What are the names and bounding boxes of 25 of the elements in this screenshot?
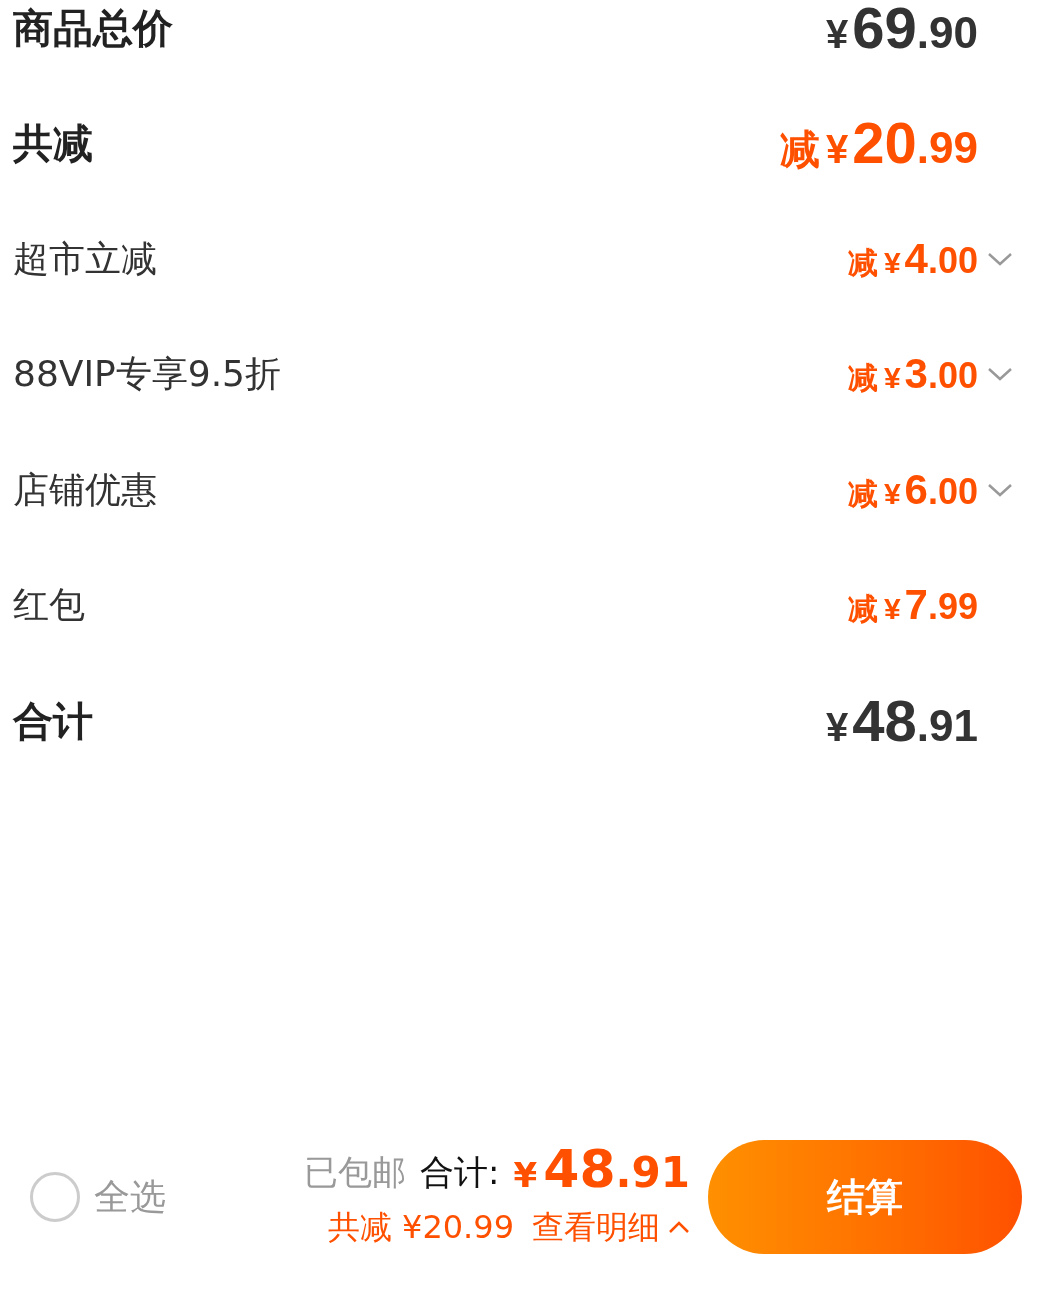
row-label: 合计: [13, 696, 93, 746]
price-amount: ¥69.90: [826, 0, 978, 57]
savings-text: 共减 ¥20.99: [327, 1207, 514, 1248]
row-label: 商品总价: [13, 3, 173, 53]
chevron-down-icon[interactable]: [987, 251, 1013, 266]
price-amount: 减¥20.99: [780, 114, 978, 173]
row-label: 店铺优惠: [13, 467, 157, 512]
details-link[interactable]: 查看明细: [532, 1203, 690, 1251]
row-label: 共减: [13, 119, 93, 169]
row-label: 88VIP专享9.5折: [13, 352, 281, 397]
row-label: 超市立减: [13, 236, 157, 281]
chevron-up-icon: [668, 1220, 690, 1234]
chevron-down-icon[interactable]: [987, 367, 1013, 382]
row-label: 红包: [13, 583, 85, 628]
total-price: ¥48.91: [513, 1143, 690, 1195]
price-amount: 减 ¥4.00: [847, 237, 978, 280]
price-amount: 减 ¥3.00: [847, 353, 978, 396]
price-amount: ¥48.91: [826, 691, 978, 750]
select-all-checkbox[interactable]: 全选: [30, 1170, 166, 1224]
chevron-down-icon[interactable]: [987, 482, 1013, 497]
checkout-button[interactable]: 结算: [708, 1140, 1022, 1254]
total-label: 合计:: [420, 1155, 500, 1189]
price-amount: 减 ¥7.99: [847, 584, 978, 627]
free-shipping-text: 已包邮: [304, 1155, 407, 1189]
price-amount: 减 ¥6.00: [847, 468, 978, 511]
